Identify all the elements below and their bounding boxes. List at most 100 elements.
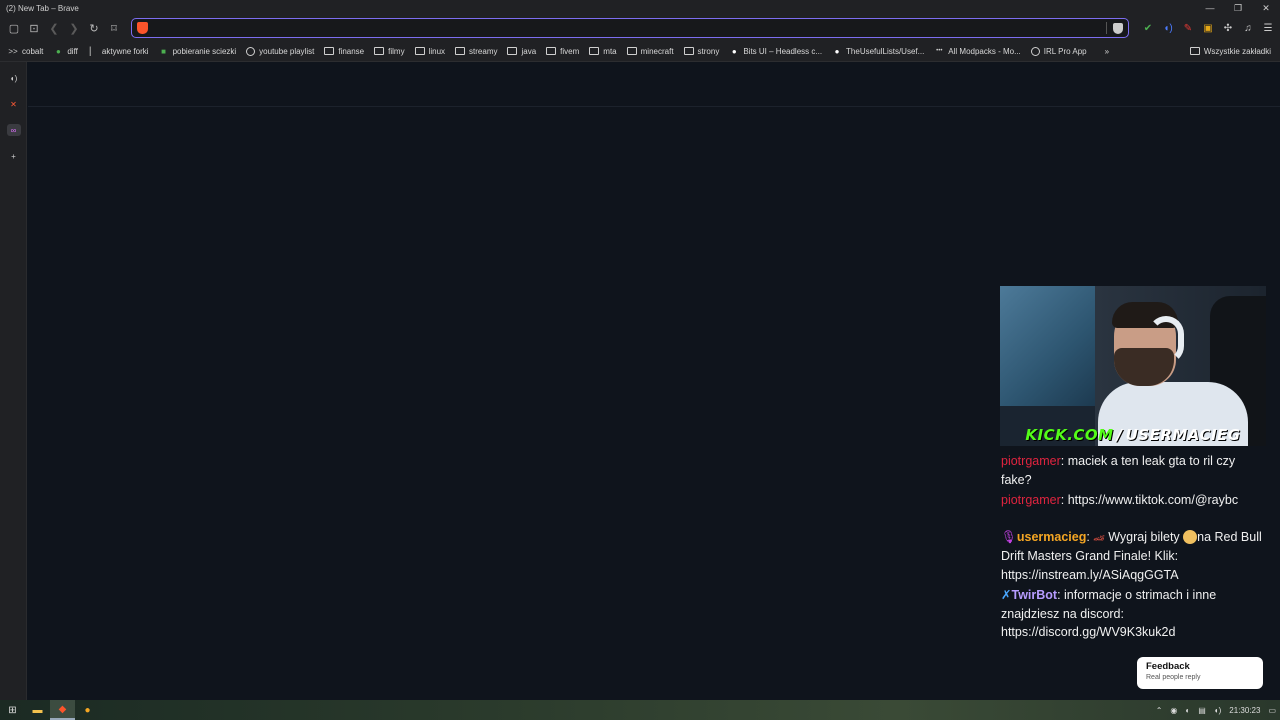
diff-icon: ● — [55, 46, 61, 56]
bookmark-folder-java[interactable]: java — [502, 42, 541, 60]
back-button[interactable]: ❮ — [44, 19, 64, 39]
bookmark-folder-streamy[interactable]: streamy — [450, 42, 502, 60]
steam-icon[interactable]: ◉ — [1166, 706, 1181, 715]
chat-username: piotrgamer — [1001, 493, 1061, 507]
globe-icon — [246, 46, 256, 56]
taskbar: ⊞ ▬ ◆ ● ⌃ ◉ ◐ ▤ ◖) 21:30:23 ▭ — [0, 700, 1280, 720]
chat-username: usermacieg — [1016, 529, 1087, 544]
folder-icon — [546, 47, 557, 55]
volume-icon[interactable]: ◖) — [1210, 706, 1226, 715]
discord-icon[interactable]: ◐ — [1181, 706, 1194, 715]
feedback-button[interactable]: Feedback Real people reply — [1137, 657, 1263, 689]
reload-button[interactable]: ↻ — [84, 19, 104, 39]
media-music-icon[interactable]: ♫ — [1238, 18, 1258, 38]
title-bar: (2) New Tab – Brave — ❐ ✕ — [0, 0, 1280, 16]
chat-message: ✗TwirBot: informacje o strimach i inne z… — [1001, 588, 1217, 639]
bookmark-usefullists[interactable]: ● TheUsefulLists/Usef... — [827, 42, 929, 60]
window-background — [1000, 286, 1095, 406]
bookmark-bits-ui[interactable]: ● Bits UI – Headless c... — [724, 42, 827, 60]
webcam-overlay: KICK.COM / USERMACIEG — [1000, 286, 1266, 446]
sidebar-item-media[interactable]: ◖) — [0, 65, 27, 91]
sidebar-item-leo[interactable]: ∞ — [0, 117, 27, 143]
bits-ui-icon: ● — [731, 46, 737, 56]
bookmark-aktywne-forki[interactable]: ▏ aktywne forki — [83, 42, 154, 60]
bookmark-folder-fivem[interactable]: fivem — [541, 42, 584, 60]
folder-icon — [589, 47, 600, 55]
plus-icon: + — [11, 151, 16, 161]
brave-lion-icon — [137, 22, 148, 34]
forward-button[interactable]: ❯ — [64, 19, 84, 39]
speaker-icon: ◖) — [9, 73, 18, 83]
cobalt-icon: >> — [8, 46, 18, 56]
divider — [28, 106, 1280, 107]
bookmarks-overflow-button[interactable]: » — [1100, 42, 1114, 60]
bookmark-folder-filmy[interactable]: filmy — [369, 42, 409, 60]
brave-taskbar-icon[interactable]: ◆ — [50, 700, 75, 720]
pen-extension-icon[interactable]: ✎ — [1178, 18, 1198, 38]
github-icon: ● — [834, 46, 840, 56]
bookmark-pobieranie-sciezki[interactable]: ■ pobieranie sciezki — [154, 42, 242, 60]
bookmark-folder-strony[interactable]: strony — [679, 42, 725, 60]
bookmark-diff[interactable]: ● diff — [48, 42, 83, 60]
windows-start-icon[interactable]: ⊞ — [0, 700, 25, 720]
emote-icon — [1183, 530, 1198, 545]
headphones — [1148, 316, 1184, 364]
chat-text: Wygraj bilety — [1108, 529, 1180, 544]
feedback-subtitle: Real people reply — [1146, 674, 1201, 681]
system-tray: ⌃ ◉ ◐ ▤ ◖) 21:30:23 ▭ — [1152, 700, 1280, 720]
toolbar: ▢ ⊡ ❮ ❯ ↻ ⌑ ✔ ◖) ✎ ▣ ✣ ♫ ☰ — [0, 16, 1280, 41]
folder-icon — [414, 47, 425, 55]
aktywne-forki-icon: ▏ — [89, 46, 96, 56]
check-extension-icon[interactable]: ✔ — [1138, 18, 1158, 38]
folder-icon — [324, 47, 335, 55]
tray-chevron-icon[interactable]: ⌃ — [1152, 706, 1167, 715]
divider — [1106, 22, 1107, 34]
kick-site: KICK.COM — [1025, 426, 1114, 444]
bookmark-folder-finanse[interactable]: finanse — [319, 42, 369, 60]
globe-icon — [1030, 46, 1040, 56]
bookmark-folder-mta[interactable]: mta — [584, 42, 621, 60]
chat-username: piotrgamer — [1001, 454, 1061, 468]
leo-ai-icon: ∞ — [6, 124, 21, 136]
sidebar-item-app[interactable]: ✕ — [0, 91, 27, 117]
restore-button[interactable]: ❐ — [1224, 0, 1252, 16]
clock[interactable]: 21:30:23 — [1225, 706, 1264, 715]
bookmark-cobalt[interactable]: >> cobalt — [3, 42, 48, 60]
menu-icon[interactable]: ☰ — [1258, 18, 1278, 38]
bookmark-all-modpacks[interactable]: ••• All Modpacks - Mo... — [929, 42, 1025, 60]
wallet-extension-icon[interactable]: ▣ — [1198, 18, 1218, 38]
brand-slash: / — [1116, 426, 1123, 444]
audio-extension-icon[interactable]: ◖) — [1158, 18, 1178, 38]
folder-icon — [626, 47, 637, 55]
app-icon: ✕ — [10, 99, 17, 109]
bot-wrench-icon: ✗ — [1001, 588, 1012, 602]
folder-icon — [455, 47, 466, 55]
tab-search-icon[interactable]: ⊡ — [24, 19, 44, 39]
chat-message: piotrgamer: https://www.tiktok.com/@rayb… — [1001, 493, 1239, 507]
close-button[interactable]: ✕ — [1252, 0, 1280, 16]
file-explorer-icon[interactable]: ▬ — [25, 700, 50, 720]
bookmark-youtube-playlist[interactable]: youtube playlist — [241, 42, 319, 60]
network-icon[interactable]: ▤ — [1194, 706, 1210, 715]
bookmark-icon[interactable]: ⌑ — [104, 19, 124, 39]
stream-username: USERMACIEG — [1125, 426, 1241, 444]
address-input[interactable] — [154, 22, 1106, 34]
extensions-puzzle-icon[interactable]: ✣ — [1218, 18, 1238, 38]
folder-icon — [683, 47, 694, 55]
folder-icon — [374, 47, 385, 55]
bookmark-folder-linux[interactable]: linux — [410, 42, 450, 60]
app-taskbar-icon[interactable]: ● — [75, 700, 100, 720]
microphone-icon: 🎙 — [1001, 529, 1017, 544]
bookmarks-bar: >> cobalt ● diff ▏ aktywne forki ■ pobierani… — [0, 41, 1280, 62]
sidebar-add-button[interactable]: + — [0, 143, 27, 169]
address-bar[interactable] — [131, 18, 1129, 38]
chat-text: https://www.tiktok.com/@raybc — [1067, 493, 1239, 507]
bookmark-all-bookmarks[interactable]: Wszystkie zakładki — [1185, 42, 1276, 60]
notifications-icon[interactable]: ▭ — [1264, 706, 1280, 715]
bookmark-irl-pro-app[interactable]: IRL Pro App — [1026, 42, 1092, 60]
bookmark-folder-minecraft[interactable]: minecraft — [622, 42, 679, 60]
minimize-button[interactable]: — — [1196, 0, 1224, 16]
modpacks-icon: ••• — [936, 47, 943, 54]
brave-shields-icon[interactable] — [1113, 22, 1123, 34]
sidebar-toggle-icon[interactable]: ▢ — [4, 19, 24, 39]
